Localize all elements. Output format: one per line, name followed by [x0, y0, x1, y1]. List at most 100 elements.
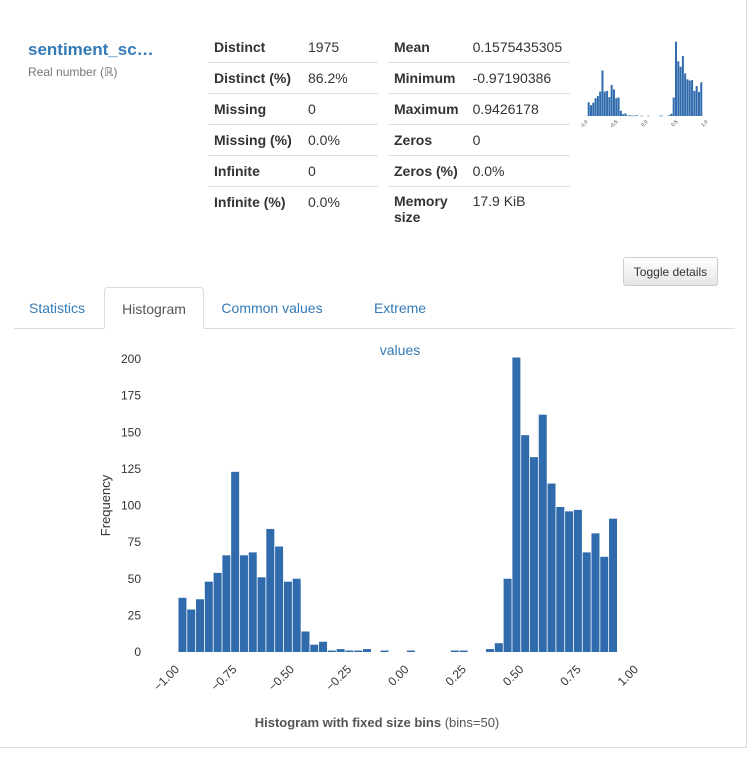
stat-value: 0.1575435305 — [472, 39, 563, 55]
mini-histogram-bar — [697, 91, 700, 116]
mini-histogram: -1.0 -0.5 0.0 0.5 1.0 — [579, 41, 710, 130]
tab-common-values[interactable]: Common values — [204, 287, 340, 328]
stats-table-left: Distinct 1975 Distinct (%) 86.2% Missing 0 Mis… — [208, 32, 378, 217]
histogram-bar — [600, 556, 609, 652]
x-tick-label: 0.75 — [557, 662, 584, 689]
x-tick-label: −0.75 — [208, 662, 240, 694]
histogram-bar — [248, 552, 257, 652]
x-tick-label: −1.00 — [151, 662, 183, 694]
mini-histogram-bar — [622, 114, 625, 116]
stat-label: Missing (%) — [208, 124, 302, 156]
mini-histogram-bar — [596, 96, 599, 116]
mini-histogram-bar — [647, 115, 650, 117]
stat-label: Infinite (%) — [208, 186, 302, 217]
variable-name-link[interactable]: sentiment_sc… — [28, 40, 154, 60]
stat-label: Memory size — [388, 186, 467, 237]
histogram-bar — [336, 649, 345, 652]
mini-histogram-bar — [633, 115, 636, 117]
mini-histogram-bar — [626, 115, 629, 117]
x-tick-label: 1.00 — [615, 662, 642, 689]
histogram-bar — [266, 528, 275, 652]
mini-histogram-bar — [629, 115, 632, 116]
y-tick-label: 50 — [128, 572, 142, 586]
mini-histogram-bar — [592, 102, 595, 116]
stat-label: Minimum — [388, 62, 467, 94]
histogram-bar — [582, 552, 591, 652]
x-tick-label: −0.25 — [323, 662, 355, 694]
histogram-bar — [494, 643, 503, 652]
mini-histogram-bar — [603, 91, 606, 116]
stat-row: Zeros 0 — [388, 124, 571, 156]
histogram-bar — [521, 435, 530, 652]
stat-value: 17.9 KiB — [466, 186, 571, 237]
mini-histogram-bar — [617, 97, 620, 116]
stat-row: Distinct (%) 86.2% — [208, 62, 378, 94]
stat-label: Mean — [394, 39, 430, 55]
histogram-bar — [283, 581, 292, 652]
mini-histogram-bar — [594, 98, 597, 116]
stats-table-right: Mean 0.1575435305 Minimum -0.97190386 Maximu… — [388, 32, 571, 237]
x-tick-label: 0.50 — [500, 662, 527, 689]
stat-row: Zeros (%) 0.0% — [388, 155, 571, 187]
tab-statistics[interactable]: Statistics — [14, 287, 100, 328]
histogram-bar — [187, 609, 196, 652]
mini-histogram-bar — [688, 80, 691, 116]
mini-histogram-bar — [619, 110, 622, 116]
histogram-bar — [406, 650, 415, 652]
mini-histogram-bar — [606, 90, 609, 116]
y-tick-label: 150 — [121, 425, 141, 439]
y-tick-label: 0 — [134, 645, 141, 659]
y-tick-label: 125 — [121, 462, 141, 476]
y-tick-label: 200 — [121, 352, 141, 366]
stat-row: Distinct 1975 — [208, 32, 378, 63]
stat-label: Zeros — [388, 124, 467, 156]
caption-title: Histogram with fixed size bins — [254, 715, 442, 730]
histogram-bar — [565, 511, 574, 652]
histogram-bar — [538, 414, 547, 652]
mini-histogram-bar — [640, 115, 643, 117]
x-tick-label: 0.25 — [443, 662, 470, 689]
mini-histogram-bar — [679, 66, 682, 116]
mini-histogram-bar — [589, 105, 592, 116]
stat-value: 0.0% — [302, 124, 378, 156]
histogram-bar — [512, 357, 521, 652]
stat-value: 0.0% — [302, 186, 378, 217]
mini-x-tick-label: -0.5 — [609, 119, 619, 129]
stat-row: Infinite (%) 0.0% — [208, 186, 378, 217]
stat-row: Maximum 0.9426178 — [388, 93, 571, 125]
mini-histogram-bar — [700, 82, 703, 116]
stat-label: Infinite — [208, 155, 302, 187]
tab-extreme-values[interactable]: Extreme values — [340, 287, 460, 358]
histogram-bar — [354, 650, 363, 652]
mini-histogram-bar — [661, 115, 664, 117]
histogram-bar — [362, 649, 371, 652]
mini-histogram-bar — [674, 41, 677, 116]
histogram-bar — [345, 650, 354, 652]
histogram-bar — [257, 577, 266, 652]
histogram-bar — [573, 509, 582, 652]
histogram-bar — [292, 578, 301, 652]
x-tick-label: −0.50 — [266, 662, 298, 694]
histogram-bar — [231, 471, 240, 652]
histogram-bar — [275, 546, 284, 652]
histogram-bar — [591, 533, 600, 652]
stat-row: Infinite 0 — [208, 155, 378, 187]
stat-row: Memory size 17.9 KiB — [388, 186, 571, 237]
mini-histogram-bar — [668, 115, 671, 116]
mini-x-tick-label: 1.0 — [700, 119, 709, 128]
histogram-bar — [327, 650, 336, 652]
toggle-details-button[interactable]: Toggle details — [623, 257, 718, 286]
stat-value: 86.2% — [302, 62, 378, 94]
tab-histogram[interactable]: Histogram — [104, 287, 204, 329]
y-tick-label: 175 — [121, 389, 141, 403]
histogram-bar — [503, 578, 512, 652]
y-tick-label: 100 — [121, 499, 141, 513]
mini-histogram-bar — [681, 56, 684, 116]
mini-histogram-bar — [599, 91, 602, 116]
stat-label: Distinct (%) — [208, 62, 302, 94]
tab-bar: Statistics Histogram Common values Extreme … — [14, 287, 735, 358]
stat-row: Mean 0.1575435305 — [388, 32, 570, 63]
stat-value: 1975 — [308, 39, 340, 55]
mini-histogram-bar — [587, 102, 590, 116]
histogram-bar — [204, 581, 213, 652]
